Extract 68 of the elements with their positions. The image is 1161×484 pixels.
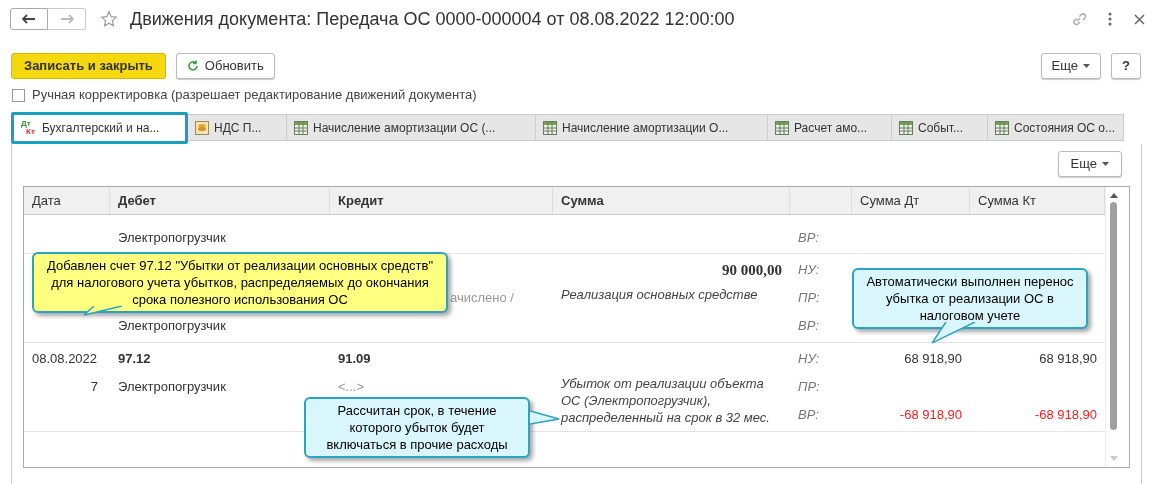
table-cell-text: Электропогрузчик — [118, 378, 226, 397]
table-cell-text: 90 000,00 — [722, 260, 782, 280]
table-icon — [294, 120, 308, 135]
refresh-icon — [186, 60, 199, 72]
close-icon[interactable] — [1134, 13, 1145, 25]
checkbox-label: Ручная корректировка (разрешает редактирование движений документа) — [32, 86, 477, 105]
scrollbar[interactable] — [1105, 187, 1121, 467]
table-cell-text: 97.12 — [118, 350, 151, 369]
checkbox[interactable] — [12, 88, 25, 102]
row-label: ВР: — [798, 406, 819, 425]
table-cell-text: 68 918,90 — [1039, 350, 1097, 369]
table-cell-text: 08.08.2022 — [32, 350, 98, 369]
table-cell-text: ачислено / — [450, 289, 514, 308]
table-icon — [775, 120, 789, 135]
callout-tail — [84, 306, 124, 316]
window-title: Движения документа: Передача ОС 0000-000004 от 08.08.2022 12:00:00 — [130, 7, 735, 31]
table-icon — [995, 120, 1009, 135]
table-cell-text: Электропогрузчик — [118, 229, 226, 248]
column-header[interactable]: Кредит — [330, 187, 553, 214]
table-cell-text: 7 — [90, 378, 98, 397]
callout-tail — [932, 322, 976, 344]
table-cell-text: Электропогрузчик — [118, 317, 226, 336]
tab[interactable]: НДС П... — [188, 114, 287, 141]
row-label: ВР: — [798, 317, 819, 336]
row-label: НУ: — [798, 261, 820, 280]
table-cell-text: -68 918,90 — [899, 406, 962, 425]
row-label: ПР: — [798, 378, 820, 397]
column-header[interactable]: Сумма Дт — [852, 187, 970, 214]
forward-arrow-icon — [59, 14, 74, 24]
tab[interactable]: Начисление амортизации ОС (... — [287, 114, 536, 141]
refresh-button[interactable]: Обновить — [175, 53, 275, 79]
tab[interactable]: Начисление амортизации О... — [536, 114, 768, 141]
link-icon[interactable] — [1070, 11, 1086, 27]
coins-icon — [195, 120, 209, 135]
help-button[interactable]: ? — [1111, 53, 1141, 79]
scroll-down-icon[interactable] — [1109, 456, 1118, 461]
table-cell-text: 91.09 — [338, 350, 371, 369]
row-label: ПР: — [798, 289, 820, 308]
table-cell-text: 68 918,90 — [904, 350, 962, 369]
back-arrow-icon — [22, 14, 36, 24]
column-header[interactable]: Дебет — [110, 187, 330, 214]
column-header[interactable]: Дата — [24, 187, 110, 214]
column-header[interactable]: Сумма — [553, 187, 790, 214]
scroll-thumb[interactable] — [1110, 202, 1117, 430]
row-label: ВР: — [798, 229, 819, 248]
table-icon — [899, 120, 913, 135]
more-dropdown[interactable]: Еще — [1057, 151, 1122, 177]
row-label: НУ: — [798, 350, 820, 369]
caret-icon — [1083, 64, 1090, 68]
callout: Добавлен счет 97.12 "Убытки от реализации основных средств" для налогового учета убытков, распределяемых до окончания срока полезного использования ОС — [32, 252, 448, 313]
table-cell-text: -68 918,90 — [1034, 406, 1097, 425]
table-cell: Реализация основных средстве — [561, 286, 758, 303]
caret-icon — [1102, 162, 1109, 166]
tab[interactable]: Событ... — [892, 114, 988, 141]
debit-credit-icon: Дт Кт — [21, 120, 37, 136]
back-button[interactable] — [10, 8, 48, 30]
table-icon — [543, 120, 557, 135]
tab[interactable]: Расчет амо... — [768, 114, 892, 141]
callout-tail — [530, 407, 560, 425]
save-and-close-button[interactable]: Записать и закрыть — [11, 53, 166, 79]
table-cell-text: <...> — [338, 378, 365, 397]
column-header[interactable]: Сумма Кт — [970, 187, 1105, 214]
more-icon[interactable] — [1108, 12, 1112, 26]
scroll-up-icon[interactable] — [1109, 193, 1118, 198]
star-icon[interactable] — [100, 10, 118, 28]
table-cell-text: Убыток от реализации объекта ОС (Электропогрузчик), распределенный на срок в 32 мес. — [561, 375, 771, 426]
tab[interactable]: Состояния ОС о... — [988, 114, 1124, 141]
more-dropdown[interactable]: Еще — [1040, 53, 1101, 79]
